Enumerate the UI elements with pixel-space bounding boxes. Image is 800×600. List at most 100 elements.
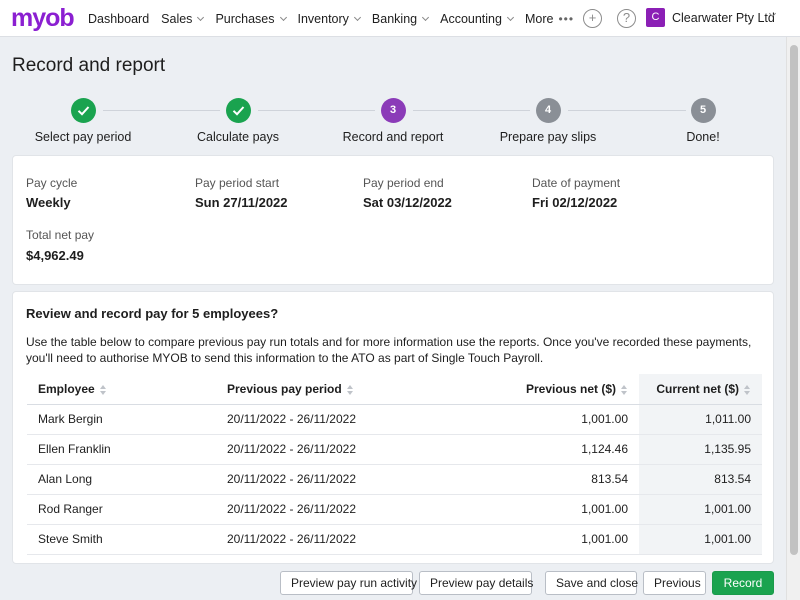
table-row: Steve Smith 20/11/2022 - 26/11/2022 1,00… [27, 524, 762, 555]
step-label: Calculate pays [197, 130, 279, 144]
current-net: 813.54 [639, 464, 762, 495]
check-icon [225, 98, 251, 123]
step-number: 5 [690, 98, 716, 123]
column-header-label: Current net ($) [656, 381, 739, 396]
nav-dashboard-label: Dashboard [88, 11, 150, 26]
payment-date-value: Fri 02/12/2022 [532, 195, 618, 210]
table-header-row: Employee Previous pay period Previous ne… [27, 374, 762, 405]
main-nav: Dashboard Sales Purchases Inventory Bank… [88, 0, 586, 37]
step-label: Select pay period [34, 130, 132, 144]
chevron-down-icon [422, 13, 430, 21]
pay-cycle-label: Pay cycle [26, 176, 78, 190]
sort-icon [744, 384, 751, 395]
step-record-and-report: 3 Record and report [313, 98, 473, 144]
previous-net: 813.54 [439, 464, 639, 495]
nav-sales-label: Sales [161, 11, 193, 26]
nav-accounting-label: Accounting [440, 11, 502, 26]
column-header-previous-pay-period[interactable]: Previous pay period [216, 374, 439, 405]
step-number: 3 [380, 98, 406, 123]
step-label: Done! [686, 130, 720, 144]
employee-name: Mark Bergin [27, 404, 216, 435]
current-net: 1,001.00 [639, 524, 762, 555]
business-name[interactable]: Clearwater Pty Ltd [672, 11, 775, 25]
step-done: 5 Done! [623, 98, 783, 144]
step-select-pay-period: Select pay period [3, 98, 163, 144]
nav-banking[interactable]: Banking [371, 11, 430, 26]
sort-icon [621, 384, 628, 395]
nav-dashboard[interactable]: Dashboard [88, 12, 149, 26]
table-row: Alan Long 20/11/2022 - 26/11/2022 813.54… [27, 464, 762, 495]
review-title: Review and record pay for 5 employees? [26, 306, 279, 321]
employee-name: Alan Long [27, 464, 216, 495]
previous-net: 1,001.00 [439, 404, 639, 435]
nav-more-label: More [524, 11, 554, 26]
help-circle-icon[interactable]: ? [617, 9, 636, 28]
plus-circle-icon[interactable]: + [583, 9, 602, 28]
business-avatar[interactable]: C [646, 8, 665, 27]
more-dots-icon: ••• [558, 11, 575, 26]
period-end-value: Sat 03/12/2022 [363, 195, 452, 210]
check-icon [70, 98, 96, 123]
column-header-current-net[interactable]: Current net ($) [639, 374, 762, 405]
chevron-down-icon [353, 13, 361, 21]
nav-accounting[interactable]: Accounting [440, 11, 515, 26]
preview-pay-run-activity-button[interactable]: Preview pay run activity [280, 571, 417, 595]
previous-pay-period: 20/11/2022 - 26/11/2022 [216, 464, 439, 495]
column-header-previous-net[interactable]: Previous net ($) [439, 374, 639, 405]
save-and-close-button[interactable]: Save and close [545, 571, 638, 595]
progress-stepper: Select pay period Calculate pays 3 Recor… [0, 96, 786, 148]
nav-sales[interactable]: Sales [161, 11, 205, 26]
myob-logo[interactable]: myob [11, 4, 75, 33]
nav-purchases[interactable]: Purchases [215, 11, 287, 26]
scrollbar-thumb[interactable] [790, 45, 798, 555]
review-description: Use the table below to compare previous … [26, 335, 752, 365]
step-label: Record and report [342, 130, 444, 144]
nav-inventory[interactable]: Inventory [297, 11, 361, 26]
previous-net: 1,001.00 [439, 494, 639, 525]
step-label: Prepare pay slips [499, 130, 597, 144]
nav-more[interactable]: More ••• [525, 12, 574, 26]
column-header-employee[interactable]: Employee [27, 374, 216, 405]
total-net-pay-label: Total net pay [26, 228, 95, 242]
payment-date-label: Date of payment [532, 176, 621, 190]
table-row: Mark Bergin 20/11/2022 - 26/11/2022 1,00… [27, 404, 762, 435]
employee-name: Steve Smith [27, 524, 216, 555]
record-button[interactable]: Record [712, 571, 774, 595]
previous-pay-period: 20/11/2022 - 26/11/2022 [216, 434, 439, 465]
employee-name: Ellen Franklin [27, 434, 216, 465]
current-net: 1,011.00 [639, 404, 762, 435]
sort-icon [99, 384, 107, 395]
employee-pay-table: Employee Previous pay period Previous ne… [27, 374, 762, 555]
previous-net: 1,001.00 [439, 524, 639, 555]
period-end-label: Pay period end [363, 176, 444, 190]
total-net-pay-value: $4,962.49 [26, 248, 84, 263]
employee-name: Rod Ranger [27, 494, 216, 525]
preview-pay-details-button[interactable]: Preview pay details [419, 571, 533, 595]
chevron-down-icon [506, 13, 515, 21]
previous-pay-period: 20/11/2022 - 26/11/2022 [216, 404, 439, 435]
pay-run-summary-card: Pay cycle Weekly Pay period start Sun 27… [12, 155, 774, 285]
table-row: Ellen Franklin 20/11/2022 - 26/11/2022 1… [27, 434, 762, 465]
step-number: 4 [535, 98, 561, 123]
previous-net: 1,124.46 [439, 434, 639, 465]
pay-cycle-value: Weekly [26, 195, 71, 210]
page-title: Record and report [12, 55, 166, 76]
review-pay-card: Review and record pay for 5 employees? U… [12, 291, 774, 564]
top-navigation-bar: myob Dashboard Sales Purchases Inventory… [0, 0, 800, 37]
chevron-down-icon [197, 13, 205, 21]
previous-pay-period: 20/11/2022 - 26/11/2022 [216, 494, 439, 525]
column-header-label: Previous pay period [227, 381, 342, 396]
page-scrollbar[interactable] [786, 37, 800, 600]
column-header-label: Employee [38, 381, 95, 396]
current-net: 1,135.95 [639, 434, 762, 465]
chevron-down-icon [279, 13, 287, 21]
step-prepare-pay-slips: 4 Prepare pay slips [468, 98, 628, 144]
table-row: Rod Ranger 20/11/2022 - 26/11/2022 1,001… [27, 494, 762, 525]
nav-banking-label: Banking [371, 11, 418, 26]
nav-purchases-label: Purchases [215, 11, 275, 26]
previous-pay-period: 20/11/2022 - 26/11/2022 [216, 524, 439, 555]
period-start-label: Pay period start [195, 176, 280, 190]
step-calculate-pays: Calculate pays [158, 98, 318, 144]
previous-button[interactable]: Previous [643, 571, 706, 595]
nav-inventory-label: Inventory [297, 11, 349, 26]
